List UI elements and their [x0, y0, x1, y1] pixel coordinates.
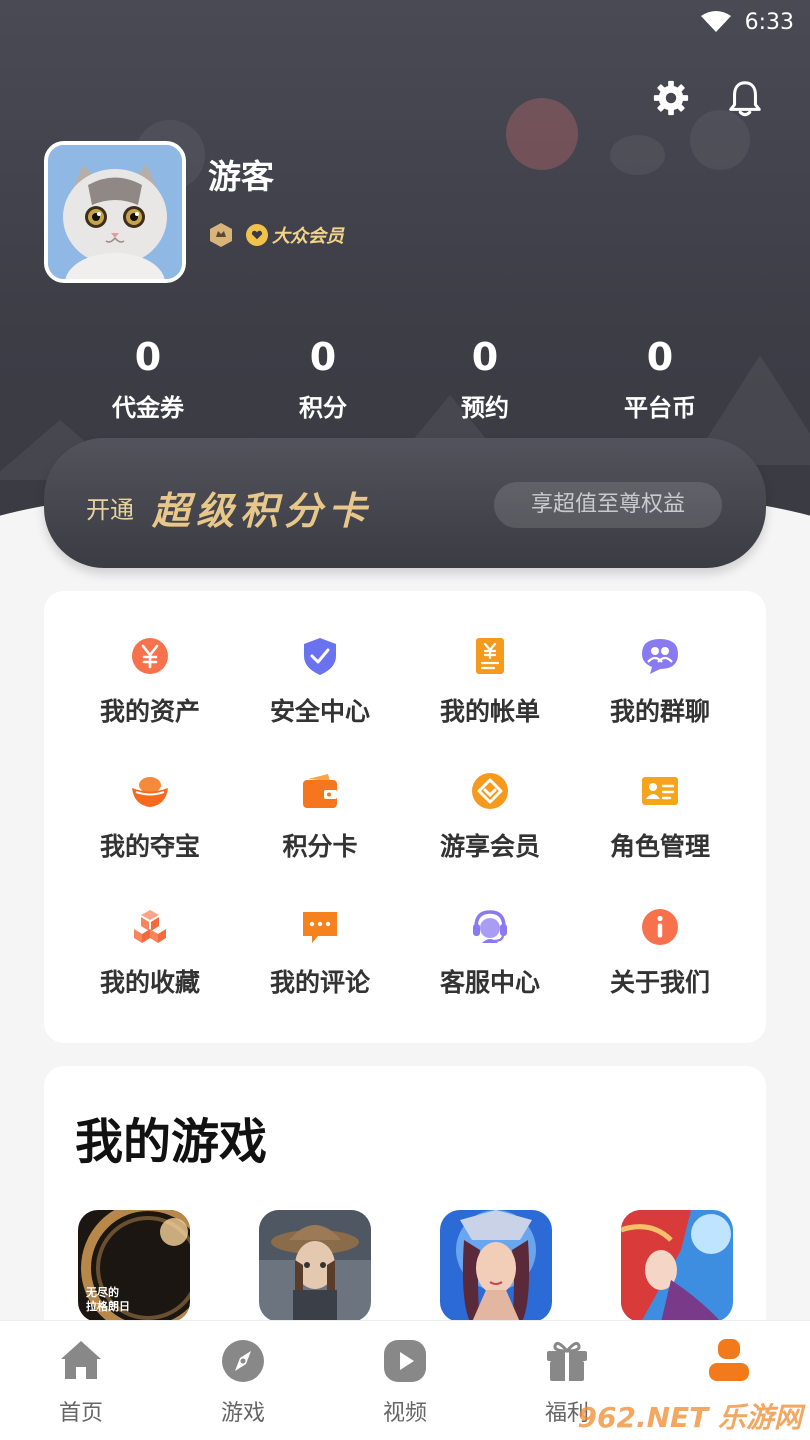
header-actions	[652, 78, 764, 118]
shield-check-icon	[304, 638, 336, 675]
menu-about-us[interactable]: 关于我们	[575, 907, 745, 1017]
game-icon-infinite-lagrange[interactable]: 无尽的 拉格朗日	[78, 1210, 190, 1322]
play-icon	[384, 1340, 426, 1382]
stat-value: 0	[134, 335, 162, 379]
stat-value: 0	[309, 335, 337, 379]
menu-customer-service[interactable]: 客服中心	[405, 907, 575, 1017]
menu-label: 关于我们	[609, 968, 710, 997]
stat-label: 代金券	[112, 394, 184, 422]
menu-label: 我的帐单	[439, 697, 540, 726]
cubes-icon	[134, 910, 166, 943]
decor-cloud	[690, 110, 750, 170]
decor-circle	[506, 98, 578, 170]
game-art-text: 无尽的	[85, 1285, 119, 1299]
wifi-icon	[700, 11, 731, 32]
menu-label: 安全中心	[269, 697, 370, 726]
menu-label: 我的收藏	[99, 968, 200, 997]
stat-platform-coins[interactable]: 0 平台币	[580, 332, 740, 423]
id-card-icon	[642, 777, 678, 805]
status-bar: 6:33	[610, 0, 810, 44]
stat-value: 0	[646, 335, 674, 379]
gift-icon	[547, 1341, 587, 1381]
game-cover-image: 无尽的 拉格朗日	[78, 1210, 190, 1322]
vip-banner[interactable]: 开通 超级积分卡 享超值至尊权益	[44, 438, 766, 568]
comment-icon	[303, 912, 337, 943]
tab-games[interactable]: 游戏	[162, 1321, 324, 1440]
yuan-coin-icon	[132, 638, 168, 674]
heart-badge-icon	[246, 224, 268, 246]
decor-cloud	[610, 135, 665, 175]
game-cover-image	[259, 1210, 371, 1322]
menu-points-card[interactable]: 积分卡	[235, 771, 405, 881]
menu-my-assets[interactable]: 我的资产	[65, 636, 235, 746]
section-title: 我的游戏	[75, 1114, 268, 1170]
menu-security-center[interactable]: 安全中心	[235, 636, 405, 746]
stat-reservations[interactable]: 0 预约	[405, 332, 565, 423]
stat-vouchers[interactable]: 0 代金券	[68, 332, 228, 423]
member-diamond-icon	[472, 773, 508, 809]
game-icon-fantasy[interactable]	[440, 1210, 552, 1322]
tab-label: 视频	[382, 1401, 427, 1426]
menu-label: 积分卡	[282, 832, 358, 861]
stat-label: 预约	[461, 394, 509, 422]
member-label: 大众会员	[272, 226, 344, 247]
game-art-text: 拉格朗日	[86, 1299, 130, 1313]
tab-label: 游戏	[220, 1401, 265, 1426]
home-icon	[61, 1341, 101, 1379]
stat-points[interactable]: 0 积分	[243, 332, 403, 423]
compass-icon	[222, 1340, 264, 1382]
game-cover-image	[440, 1210, 552, 1322]
bottom-tab-bar: 首页 游戏 视频 福利 962.NET 乐游网	[0, 1320, 810, 1440]
menu-group-chat[interactable]: 我的群聊	[575, 636, 745, 746]
vip-open-text: 开通	[86, 496, 134, 524]
menu-label: 游享会员	[439, 832, 540, 861]
stat-value: 0	[471, 335, 499, 379]
stat-label: 积分	[299, 394, 347, 422]
gear-icon[interactable]	[652, 78, 690, 118]
menu-label: 我的夺宝	[99, 832, 200, 861]
avatar[interactable]	[44, 141, 186, 283]
menu-my-comments[interactable]: 我的评论	[235, 907, 405, 1017]
user-badges: 大众会员	[208, 222, 344, 248]
member-badge[interactable]: 大众会员	[246, 222, 344, 248]
status-time: 6:33	[744, 9, 794, 35]
headset-icon	[473, 910, 507, 943]
bill-icon	[476, 638, 504, 674]
site-watermark: 962.NET 乐游网	[577, 1401, 803, 1434]
group-chat-icon	[642, 639, 678, 674]
game-icon-identity[interactable]	[259, 1210, 371, 1322]
info-icon	[642, 909, 678, 945]
menu-label: 我的资产	[99, 697, 200, 726]
tab-label: 首页	[58, 1401, 103, 1426]
menu-my-treasure[interactable]: 我的夺宝	[65, 771, 235, 881]
menu-role-management[interactable]: 角色管理	[575, 771, 745, 881]
game-icon-red-hood[interactable]	[621, 1210, 733, 1322]
tab-home[interactable]: 首页	[0, 1321, 162, 1440]
menu-my-bills[interactable]: 我的帐单	[405, 636, 575, 746]
menu-label: 我的评论	[269, 968, 370, 997]
username: 游客	[208, 157, 274, 196]
stat-label: 平台币	[624, 394, 696, 422]
menu-label: 角色管理	[609, 832, 710, 861]
bell-icon[interactable]	[726, 78, 764, 118]
menu-label: 我的群聊	[609, 697, 710, 726]
vip-benefits-button[interactable]: 享超值至尊权益	[494, 482, 722, 528]
gold-ingot-icon	[132, 777, 168, 807]
level-badge-icon	[210, 223, 232, 247]
profile-icon	[709, 1339, 749, 1381]
menu-label: 客服中心	[439, 968, 540, 997]
menu-member-benefits[interactable]: 游享会员	[405, 771, 575, 881]
wallet-icon	[303, 774, 337, 808]
cat-avatar-image	[48, 145, 182, 279]
vip-title: 超级积分卡	[152, 489, 373, 533]
service-menu: 我的资产 安全中心 我的帐单 我的群聊 我的夺宝 积分卡 游享会员 角色管理 我…	[44, 591, 766, 1043]
tab-video[interactable]: 视频	[324, 1321, 486, 1440]
game-cover-image	[621, 1210, 733, 1322]
menu-my-favorites[interactable]: 我的收藏	[65, 907, 235, 1017]
